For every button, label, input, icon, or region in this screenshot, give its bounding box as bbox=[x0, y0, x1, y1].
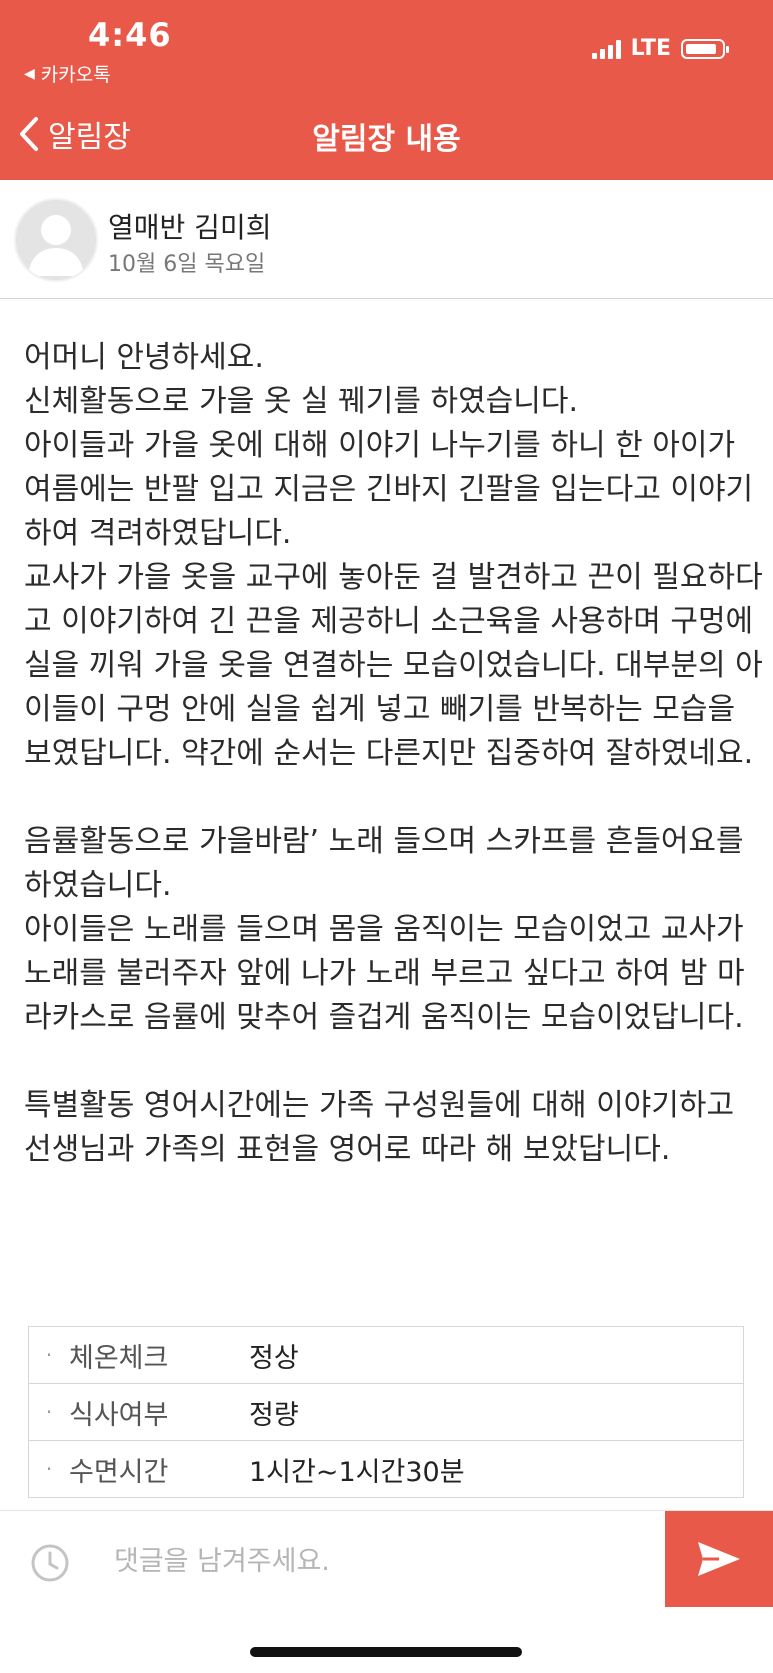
comment-input[interactable] bbox=[112, 1535, 656, 1587]
info-value: 정상 bbox=[249, 1342, 299, 1374]
body-paragraph: 음률활동으로 가을바람’ 노래 들으며 스카프를 흔들어요를 하였습니다. bbox=[24, 824, 744, 903]
back-app-label: 카카오톡 bbox=[40, 64, 111, 86]
home-indicator bbox=[250, 1647, 522, 1657]
send-arrow-icon bbox=[698, 1542, 740, 1576]
back-to-app-link[interactable]: ◀ 카카오톡 bbox=[24, 60, 111, 87]
post-date: 10월 6일 목요일 bbox=[108, 252, 266, 277]
sender-name: 열매반 김미희 bbox=[108, 211, 272, 244]
send-button[interactable] bbox=[665, 1511, 773, 1607]
network-type: LTE bbox=[630, 36, 671, 61]
info-label: 수면시간 bbox=[69, 1456, 169, 1488]
info-row-meal: · 식사여부 정량 bbox=[29, 1384, 743, 1441]
body-paragraph: 신체활동으로 가을 옷 실 꿰기를 하였습니다. bbox=[24, 384, 579, 419]
page-title: 알림장 내용 bbox=[312, 122, 461, 157]
body-paragraph: 특별활동 영어시간에는 가족 구성원들에 대해 이야기하고 선생님과 가족의 표… bbox=[24, 1088, 735, 1167]
daily-report-table: · 체온체크 정상 · 식사여부 정량 · 수면시간 1시간~1시간30분 bbox=[28, 1326, 744, 1498]
body-paragraph: 아이들은 노래를 들으며 몸을 움직이는 모습이었고 교사가 노래를 불러주자 … bbox=[24, 912, 745, 1035]
user-silhouette-icon bbox=[28, 215, 84, 276]
clock-icon[interactable] bbox=[30, 1543, 70, 1583]
bullet-icon: · bbox=[45, 1457, 53, 1481]
info-label: 식사여부 bbox=[69, 1399, 169, 1431]
info-value: 1시간~1시간30분 bbox=[249, 1456, 465, 1488]
body-paragraph: 교사가 가을 옷을 교구에 놓아둔 걸 발견하고 끈이 필요하다고 이야기하여 … bbox=[24, 560, 763, 771]
app-header: 4:46 ◀ 카카오톡 LTE 알림장 알림장 내용 bbox=[0, 0, 773, 180]
info-row-sleep: · 수면시간 1시간~1시간30분 bbox=[29, 1441, 743, 1498]
notice-body: 어머니 안녕하세요. 신체활동으로 가을 옷 실 꿰기를 하였습니다. 아이들과… bbox=[24, 336, 764, 1172]
body-paragraph: 어머니 안녕하세요. bbox=[24, 340, 264, 375]
signal-icon bbox=[591, 39, 621, 59]
avatar bbox=[14, 198, 98, 282]
info-value: 정량 bbox=[249, 1399, 299, 1431]
comment-bar bbox=[0, 1510, 773, 1609]
status-indicators: LTE bbox=[591, 36, 729, 61]
info-row-temperature: · 체온체크 정상 bbox=[29, 1327, 743, 1384]
back-triangle-icon: ◀ bbox=[24, 65, 35, 82]
bullet-icon: · bbox=[45, 1343, 53, 1367]
info-label: 체온체크 bbox=[69, 1342, 169, 1374]
sender-header: 열매반 김미희 10월 6일 목요일 bbox=[0, 180, 773, 299]
battery-icon bbox=[681, 38, 729, 59]
status-time: 4:46 bbox=[88, 16, 172, 54]
bullet-icon: · bbox=[45, 1400, 53, 1424]
body-paragraph: 아이들과 가을 옷에 대해 이야기 나누기를 하니 한 아이가 여름에는 반팔 … bbox=[24, 428, 754, 551]
